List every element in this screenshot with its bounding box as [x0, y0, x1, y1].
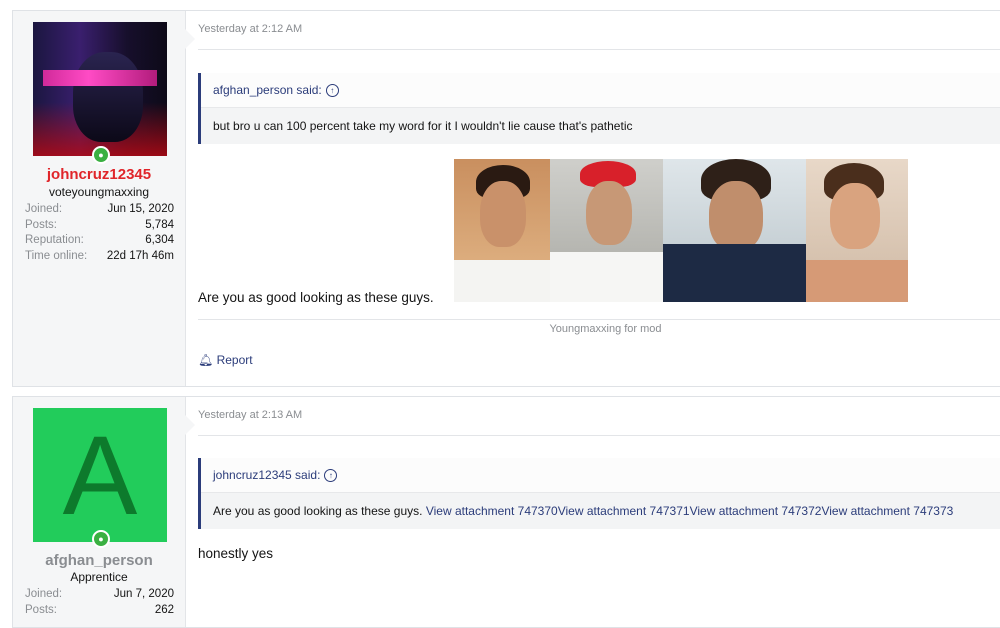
quote-text: Are you as good looking as these guys. [213, 504, 426, 518]
photo-hoodie [663, 244, 806, 302]
stat-label: Reputation: [25, 234, 84, 246]
stat-label: Posts: [25, 218, 57, 231]
stat-value: 6,304 [145, 234, 174, 246]
attachment-link[interactable]: View attachment 747372 [690, 504, 822, 518]
attachment-link[interactable]: View attachment 747373 [821, 504, 953, 518]
quote-block: afghan_person said: ↑ but bro u can 100 p… [198, 73, 1000, 144]
signature: Youngmaxxing for mod [549, 323, 662, 335]
post-timestamp[interactable]: Yesterday at 2:13 AM [198, 409, 302, 421]
user-info-panel: A ● afghan_person Apprentice Joined: Jun… [13, 397, 186, 627]
avatar-letter: A [62, 413, 138, 538]
photo-shirt [454, 260, 550, 302]
quote-author[interactable]: johncruz12345 said: [213, 468, 320, 482]
photo-face [830, 183, 880, 249]
quote-header[interactable]: afghan_person said: ↑ [201, 73, 1000, 108]
stat-joined: Joined: Jun 7, 2020 [25, 588, 174, 604]
user-title: Apprentice [70, 570, 128, 584]
username[interactable]: afghan_person [13, 552, 185, 569]
stat-time-online: Time online: 22d 17h 46m [25, 250, 174, 266]
quote-header[interactable]: johncruz12345 said: ↑ [201, 458, 1000, 493]
post: A ● afghan_person Apprentice Joined: Jun… [12, 396, 1000, 628]
photo-shoulders [806, 260, 908, 302]
user-stats: Joined: Jun 15, 2020 Posts: 5,784 Reputa… [25, 203, 174, 265]
post-arrow [185, 29, 195, 49]
online-status-icon: ● [92, 530, 110, 548]
user-title: voteyoungmaxxing [48, 185, 150, 199]
stat-value: 262 [154, 603, 174, 616]
attachment-link[interactable]: View attachment 747370 [426, 504, 558, 518]
photo-face [480, 181, 526, 247]
report-label[interactable]: Report [217, 353, 253, 367]
post-arrow [185, 415, 195, 435]
avatar[interactable] [33, 22, 167, 156]
stat-value: 22d 17h 46m [106, 249, 174, 262]
stat-posts: Posts: 262 [25, 604, 174, 620]
username-text[interactable]: johncruz12345 [47, 166, 151, 183]
arrow-up-circle-icon[interactable]: ↑ [324, 469, 338, 483]
avatar[interactable]: A [33, 408, 167, 542]
username-text[interactable]: afghan_person [45, 552, 153, 569]
attachment-image[interactable] [454, 159, 550, 302]
post-message: honestly yes [198, 546, 274, 561]
attachment-link[interactable]: View attachment 747371 [558, 504, 690, 518]
username[interactable]: johncruz12345 [13, 166, 185, 183]
avatar-image [33, 22, 167, 156]
post-timestamp[interactable]: Yesterday at 2:12 AM [198, 23, 302, 35]
photo-shirt [550, 252, 663, 302]
quote-body: but bro u can 100 percent take my word f… [201, 108, 1000, 144]
post-message: Are you as good looking as these guys. [198, 290, 434, 305]
stat-reputation: Reputation: 6,304 [25, 234, 174, 250]
divider [198, 435, 1000, 436]
attachment-image[interactable] [663, 159, 806, 302]
bell-icon: 🔔︎ [198, 353, 214, 367]
user-stats: Joined: Jun 7, 2020 Posts: 262 [25, 588, 174, 619]
quote-author[interactable]: afghan_person said: [213, 83, 322, 97]
stat-value: Jun 15, 2020 [107, 203, 174, 215]
avatar-glitch-stripe [43, 70, 157, 86]
stat-joined: Joined: Jun 15, 2020 [25, 203, 174, 219]
post: ● johncruz12345 voteyoungmaxxing Joined:… [12, 10, 1000, 387]
stat-value: 5,784 [145, 218, 174, 231]
arrow-up-circle-icon[interactable]: ↑ [325, 84, 339, 98]
divider [198, 319, 1000, 320]
stat-label: Joined: [25, 203, 63, 215]
divider [198, 49, 1000, 50]
photo-face [709, 181, 763, 251]
avatar-image: A [33, 408, 167, 542]
stat-label: Joined: [25, 588, 63, 600]
photo-face [586, 181, 632, 245]
stat-posts: Posts: 5,784 [25, 219, 174, 235]
report-link[interactable]: 🔔︎ Report [198, 353, 253, 367]
attachment-image[interactable] [550, 159, 663, 302]
avatar-face [73, 52, 143, 142]
user-info-panel: ● johncruz12345 voteyoungmaxxing Joined:… [13, 11, 186, 386]
quote-block: johncruz12345 said: ↑ Are you as good loo… [198, 458, 1000, 529]
attachment-image[interactable] [806, 159, 908, 302]
quote-body: Are you as good looking as these guys. V… [201, 493, 1000, 529]
stat-label: Time online: [25, 249, 88, 262]
stat-label: Posts: [25, 603, 57, 616]
online-status-icon: ● [92, 146, 110, 164]
stat-value: Jun 7, 2020 [113, 588, 174, 600]
